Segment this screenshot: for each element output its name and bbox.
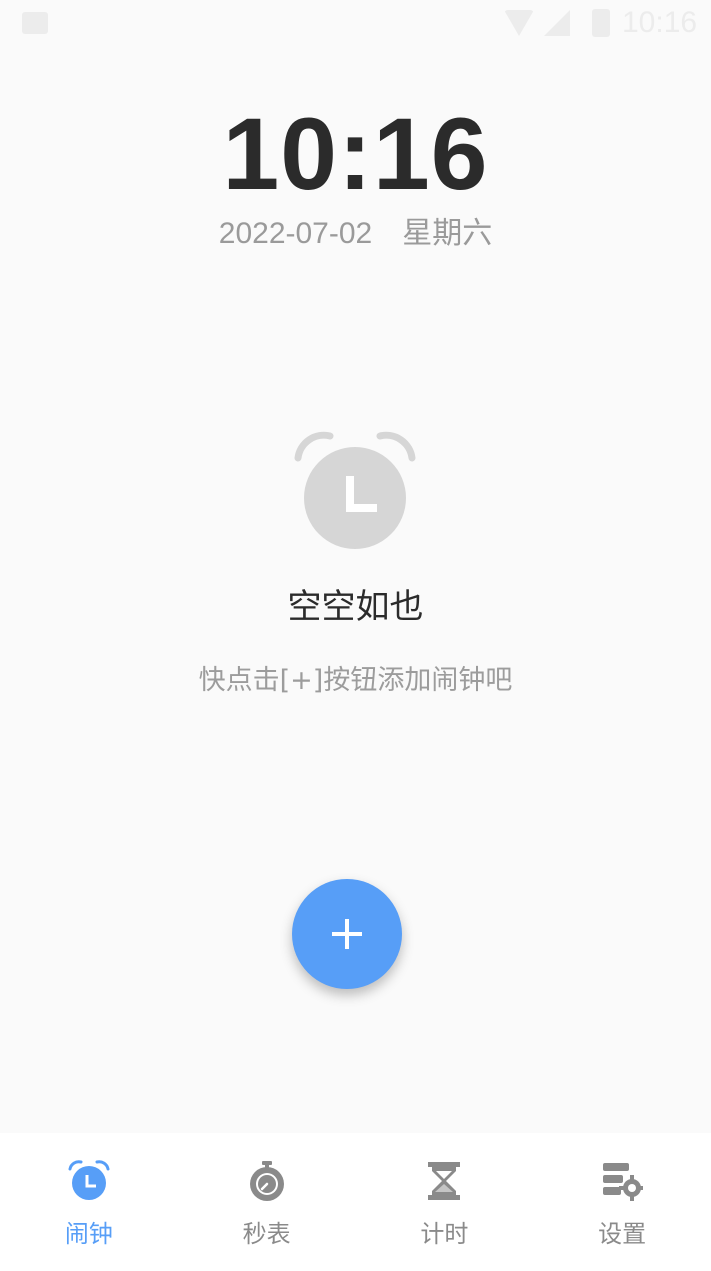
current-time: 10:16 [222,97,489,211]
battery-icon [592,9,610,37]
nav-item-alarm[interactable]: 闹钟 [0,1133,178,1271]
empty-state-hint: 快点击[+]按钮添加闹钟吧 [198,665,513,696]
status-time: 10:16 [622,6,698,39]
wifi-icon [504,10,534,36]
settings-icon [603,1163,644,1201]
nav-item-stopwatch[interactable]: 秒表 [178,1133,356,1271]
alarm-clock-icon [294,431,416,549]
nav-item-timer[interactable]: 计时 [356,1133,534,1271]
nav-label-timer: 计时 [420,1220,469,1248]
empty-state-title: 空空如也 [287,587,424,627]
nav-label-alarm: 闹钟 [64,1220,113,1248]
signal-icon [544,10,570,36]
nav-label-settings: 设置 [598,1220,647,1248]
stopwatch-icon [249,1161,284,1201]
date-row: 2022-07-02 星期六 [0,214,711,254]
current-weekday: 星期六 [402,217,493,250]
current-date: 2022-07-02 [218,217,373,250]
bottom-nav: 闹钟 秒表 计时 设置 [0,1133,711,1271]
status-bar: 10:16 [0,0,711,48]
plus-icon [332,919,362,949]
hourglass-icon [428,1162,461,1200]
notification-icon [22,12,48,34]
alarm-clock-icon [68,1160,110,1200]
nav-label-stopwatch: 秒表 [242,1220,291,1248]
add-alarm-button[interactable] [292,879,402,989]
nav-item-settings[interactable]: 设置 [533,1133,711,1271]
